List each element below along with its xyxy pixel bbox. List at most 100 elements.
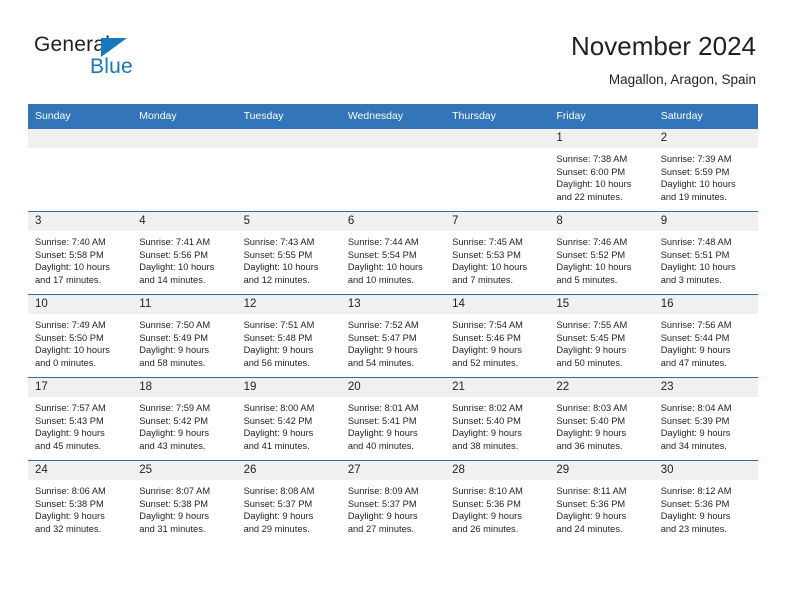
day-sun-info: Sunrise: 7:39 AM Sunset: 5:59 PM Daylight:… — [654, 148, 758, 203]
sunset-text: Sunset: 5:43 PM — [35, 415, 104, 426]
calendar-day-cell[interactable]: 10 Sunrise: 7:49 AM Sunset: 5:50 PM Dayligh… — [28, 294, 133, 378]
sunrise-text: Sunrise: 8:07 AM — [139, 486, 211, 496]
sunset-text: Sunset: 5:53 PM — [452, 249, 521, 260]
calendar-day-cell[interactable]: 30 Sunrise: 8:12 AM Sunset: 5:36 PM Dayligh… — [653, 460, 758, 543]
calendar-day-cell-empty — [236, 129, 341, 212]
calendar-day-cell[interactable]: 8 Sunrise: 7:46 AM Sunset: 5:52 PM Daylight… — [549, 211, 654, 295]
daylight-text-line2: and 26 minutes. — [452, 523, 519, 534]
daylight-text-line2: and 5 minutes. — [556, 274, 618, 285]
calendar-day-cell[interactable]: 15 Sunrise: 7:55 AM Sunset: 5:45 PM Dayligh… — [549, 294, 654, 378]
day-sun-info: Sunrise: 8:09 AM Sunset: 5:37 PM Daylight:… — [341, 480, 445, 535]
daylight-text-line1: Daylight: 10 hours — [660, 262, 736, 273]
calendar-day-cell[interactable]: 9 Sunrise: 7:48 AM Sunset: 5:51 PM Daylight… — [653, 211, 758, 295]
day-number: 3 — [28, 212, 133, 231]
sunset-text: Sunset: 5:51 PM — [660, 249, 730, 260]
daylight-text-line2: and 41 minutes. — [243, 440, 310, 451]
daylight-text-line2: and 27 minutes. — [347, 523, 414, 534]
calendar-day-cell[interactable]: 13 Sunrise: 7:52 AM Sunset: 5:47 PM Dayligh… — [340, 294, 446, 378]
day-number: 17 — [28, 378, 133, 397]
calendar-day-cell[interactable]: 17 Sunrise: 7:57 AM Sunset: 5:43 PM Dayligh… — [28, 377, 133, 461]
day-number: 20 — [340, 378, 446, 397]
sunrise-text: Sunrise: 7:39 AM — [660, 154, 732, 164]
sunrise-text: Sunrise: 8:12 AM — [660, 486, 732, 496]
calendar-day-cell[interactable]: 4 Sunrise: 7:41 AM Sunset: 5:56 PM Daylight… — [132, 211, 237, 295]
day-sun-info: Sunrise: 7:41 AM Sunset: 5:56 PM Daylight:… — [132, 231, 236, 286]
sunrise-text: Sunrise: 7:55 AM — [556, 320, 628, 330]
day-number: 14 — [445, 295, 550, 314]
calendar-day-cell[interactable]: 22 Sunrise: 8:03 AM Sunset: 5:40 PM Dayligh… — [549, 377, 654, 461]
day-sun-info: Sunrise: 7:55 AM Sunset: 5:45 PM Daylight:… — [549, 314, 653, 369]
calendar-day-cell[interactable]: 20 Sunrise: 8:01 AM Sunset: 5:41 PM Dayligh… — [340, 377, 446, 461]
calendar-day-cell[interactable]: 5 Sunrise: 7:43 AM Sunset: 5:55 PM Daylight… — [236, 211, 341, 295]
calendar-day-cell[interactable]: 19 Sunrise: 8:00 AM Sunset: 5:42 PM Dayligh… — [236, 377, 341, 461]
calendar-day-cell[interactable]: 12 Sunrise: 7:51 AM Sunset: 5:48 PM Dayligh… — [236, 294, 341, 378]
sunrise-text: Sunrise: 8:08 AM — [243, 486, 315, 496]
calendar-day-cell[interactable]: 6 Sunrise: 7:44 AM Sunset: 5:54 PM Daylight… — [340, 211, 446, 295]
day-number: 23 — [653, 378, 758, 397]
daylight-text-line1: Daylight: 9 hours — [452, 511, 522, 522]
calendar-day-cell[interactable]: 1 Sunrise: 7:38 AM Sunset: 6:00 PM Daylight… — [549, 129, 654, 212]
calendar-day-cell-empty — [28, 129, 133, 212]
general-blue-logo[interactable]: General Blue — [34, 33, 204, 85]
day-sun-info: Sunrise: 8:10 AM Sunset: 5:36 PM Daylight:… — [445, 480, 549, 535]
day-number: 1 — [549, 129, 654, 148]
day-number: 4 — [132, 212, 237, 231]
daylight-text-line1: Daylight: 9 hours — [139, 511, 210, 522]
day-sun-info: Sunrise: 7:43 AM Sunset: 5:55 PM Daylight:… — [237, 231, 341, 286]
calendar-day-cell[interactable]: 23 Sunrise: 8:04 AM Sunset: 5:39 PM Dayligh… — [653, 377, 758, 461]
daylight-text-line1: Daylight: 9 hours — [556, 511, 627, 522]
sunrise-text: Sunrise: 8:06 AM — [35, 486, 106, 496]
calendar-day-cell[interactable]: 25 Sunrise: 8:07 AM Sunset: 5:38 PM Dayligh… — [132, 460, 237, 543]
daylight-text-line1: Daylight: 10 hours — [556, 179, 632, 190]
day-number: 15 — [549, 295, 654, 314]
calendar-day-cell[interactable]: 26 Sunrise: 8:08 AM Sunset: 5:37 PM Dayligh… — [236, 460, 341, 543]
daylight-text-line2: and 23 minutes. — [660, 523, 727, 534]
day-number — [132, 129, 237, 148]
daylight-text-line1: Daylight: 9 hours — [139, 428, 210, 439]
calendar-day-cell[interactable]: 3 Sunrise: 7:40 AM Sunset: 5:58 PM Daylight… — [28, 211, 133, 295]
sunset-text: Sunset: 6:00 PM — [556, 166, 626, 177]
daylight-text-line2: and 36 minutes. — [556, 440, 623, 451]
calendar-day-cell[interactable]: 21 Sunrise: 8:02 AM Sunset: 5:40 PM Dayligh… — [445, 377, 550, 461]
daylight-text-line2: and 3 minutes. — [660, 274, 722, 285]
sunrise-text: Sunrise: 7:38 AM — [556, 154, 628, 164]
day-sun-info: Sunrise: 8:07 AM Sunset: 5:38 PM Daylight:… — [132, 480, 236, 535]
daylight-text-line1: Daylight: 9 hours — [660, 511, 731, 522]
sunset-text: Sunset: 5:56 PM — [139, 249, 209, 260]
calendar-page: General Blue November 2024 Magallon, Ara… — [0, 0, 792, 612]
sunrise-text: Sunrise: 7:46 AM — [556, 237, 628, 247]
day-number — [445, 129, 550, 148]
day-number: 16 — [653, 295, 758, 314]
sunset-text: Sunset: 5:59 PM — [660, 166, 730, 177]
sunrise-text: Sunrise: 8:10 AM — [452, 486, 523, 496]
calendar-day-cell[interactable]: 24 Sunrise: 8:06 AM Sunset: 5:38 PM Dayligh… — [28, 460, 133, 543]
day-number: 10 — [28, 295, 133, 314]
calendar-day-cell[interactable]: 16 Sunrise: 7:56 AM Sunset: 5:44 PM Dayligh… — [653, 294, 758, 378]
day-sun-info: Sunrise: 7:54 AM Sunset: 5:46 PM Daylight:… — [445, 314, 549, 369]
daylight-text-line1: Daylight: 10 hours — [243, 262, 319, 273]
calendar-day-cell[interactable]: 18 Sunrise: 7:59 AM Sunset: 5:42 PM Dayligh… — [132, 377, 237, 461]
calendar-day-cell[interactable]: 27 Sunrise: 8:09 AM Sunset: 5:37 PM Dayligh… — [340, 460, 446, 543]
calendar-day-cell[interactable]: 28 Sunrise: 8:10 AM Sunset: 5:36 PM Dayligh… — [445, 460, 550, 543]
daylight-text-line1: Daylight: 9 hours — [347, 345, 418, 356]
calendar-day-cell[interactable]: 7 Sunrise: 7:45 AM Sunset: 5:53 PM Daylight… — [445, 211, 550, 295]
day-sun-info: Sunrise: 7:49 AM Sunset: 5:50 PM Daylight:… — [28, 314, 132, 369]
calendar-table: Sunday Monday Tuesday Wednesday Thursday Frid… — [28, 104, 758, 543]
sunrise-text: Sunrise: 7:43 AM — [243, 237, 315, 247]
calendar-day-cell[interactable]: 11 Sunrise: 7:50 AM Sunset: 5:49 PM Dayligh… — [132, 294, 237, 378]
sunrise-text: Sunrise: 7:40 AM — [35, 237, 106, 247]
daylight-text-line2: and 19 minutes. — [660, 191, 727, 202]
page-title: November 2024 — [571, 31, 756, 61]
daylight-text-line2: and 31 minutes. — [139, 523, 206, 534]
sunrise-text: Sunrise: 7:45 AM — [452, 237, 523, 247]
calendar-day-cell[interactable]: 29 Sunrise: 8:11 AM Sunset: 5:36 PM Dayligh… — [549, 460, 654, 543]
day-number — [236, 129, 341, 148]
calendar-day-cell[interactable]: 14 Sunrise: 7:54 AM Sunset: 5:46 PM Dayligh… — [445, 294, 550, 378]
day-sun-info: Sunrise: 7:48 AM Sunset: 5:51 PM Daylight:… — [654, 231, 758, 286]
daylight-text-line1: Daylight: 9 hours — [556, 428, 627, 439]
day-number: 7 — [445, 212, 550, 231]
daylight-text-line1: Daylight: 9 hours — [452, 345, 522, 356]
calendar-day-cell[interactable]: 2 Sunrise: 7:39 AM Sunset: 5:59 PM Daylight… — [653, 129, 758, 212]
day-sun-info: Sunrise: 8:00 AM Sunset: 5:42 PM Daylight:… — [237, 397, 341, 452]
daylight-text-line1: Daylight: 10 hours — [556, 262, 632, 273]
